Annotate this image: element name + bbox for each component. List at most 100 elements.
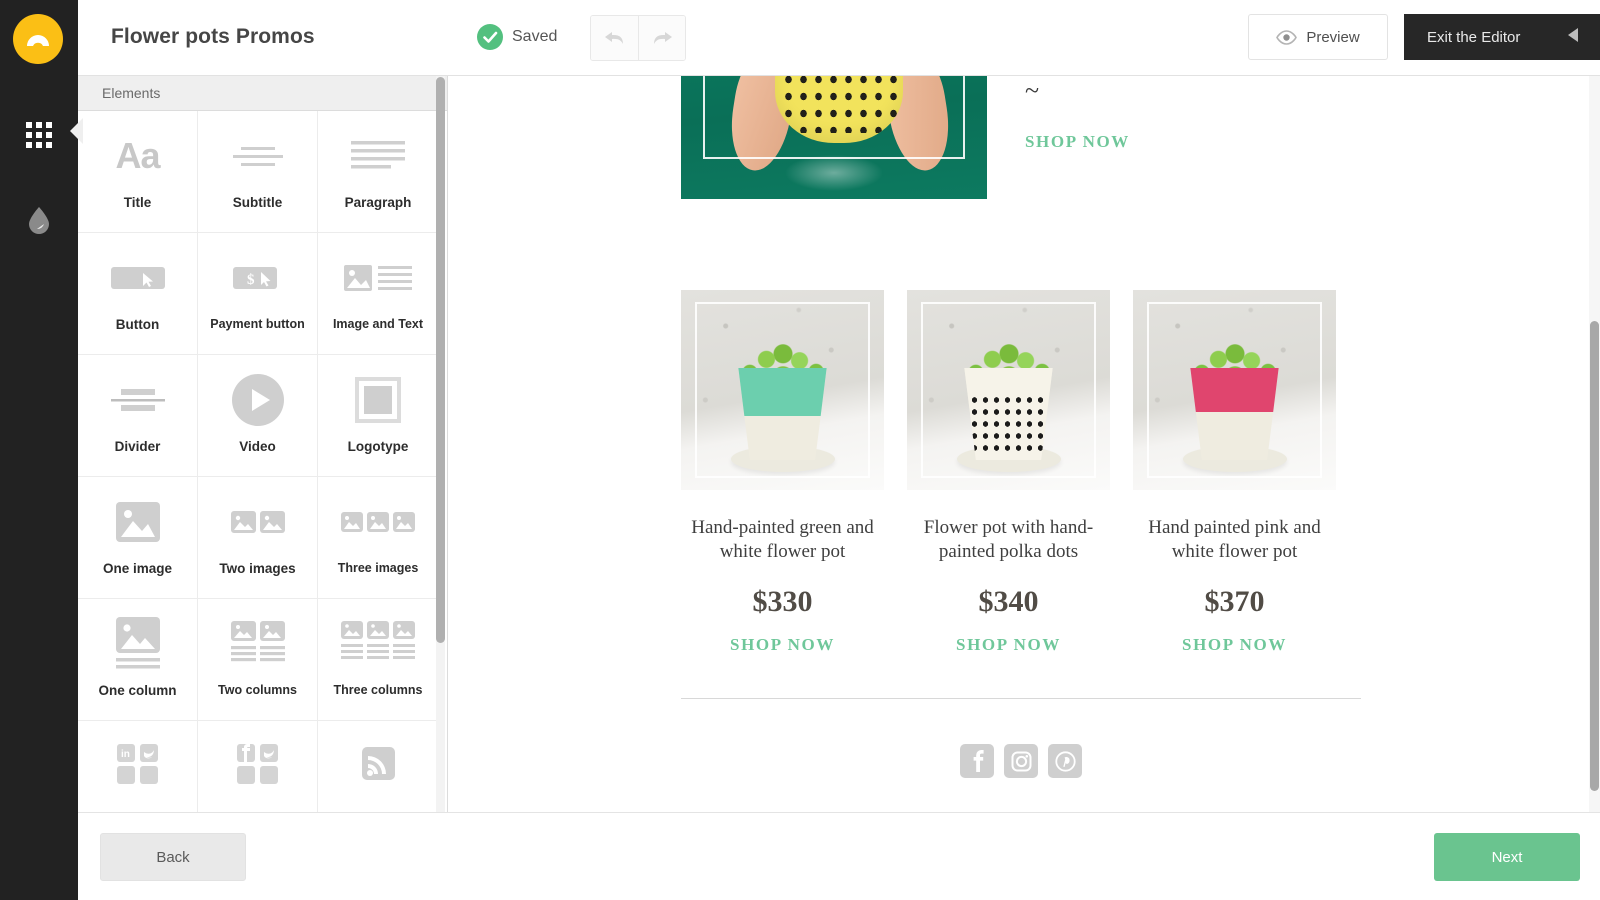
brand-logo-icon[interactable] <box>13 14 63 64</box>
product-card[interactable]: Hand-painted green and white flower pot … <box>681 290 884 655</box>
back-button[interactable]: Back <box>100 833 246 881</box>
product-row: Hand-painted green and white flower pot … <box>681 290 1361 655</box>
image-inner-frame <box>703 76 965 159</box>
element-label: Video <box>239 439 276 454</box>
hero-image <box>681 76 987 199</box>
elements-grid: Aa Title Subtitle Paragraph Button $ Pay… <box>78 111 447 812</box>
element-button[interactable]: Button <box>78 233 198 355</box>
undo-button[interactable] <box>591 16 638 60</box>
element-image-and-text[interactable]: Image and Text <box>318 233 438 355</box>
one-image-icon <box>113 482 163 562</box>
one-column-icon <box>113 604 163 684</box>
image-inner-frame <box>695 302 870 478</box>
element-three-images[interactable]: Three images <box>318 477 438 599</box>
social-facebook-twitter-icon <box>227 726 289 806</box>
droplet-icon <box>29 207 49 234</box>
left-rail <box>0 0 83 900</box>
element-two-images[interactable]: Two images <box>198 477 318 599</box>
element-rss-feed[interactable] <box>318 721 438 812</box>
preview-button-label: Preview <box>1306 28 1360 46</box>
two-columns-icon <box>227 604 289 684</box>
bottom-bar: Back Next <box>78 812 1600 900</box>
elements-panel: Elements Aa Title Subtitle Paragraph But… <box>78 76 448 812</box>
top-header: Flower pots Promos Saved Preview Exit th… <box>78 0 1600 76</box>
save-status: Saved <box>477 24 557 50</box>
product-card[interactable]: Flower pot with hand-painted polka dots … <box>907 290 1110 655</box>
element-video[interactable]: Video <box>198 355 318 477</box>
element-payment-button[interactable]: $ Payment button <box>198 233 318 355</box>
product-price: $340 <box>978 584 1039 618</box>
element-label: Logotype <box>347 439 409 454</box>
panel-scrollbar-thumb[interactable] <box>436 77 445 643</box>
element-one-image[interactable]: One image <box>78 477 198 599</box>
three-images-icon <box>339 482 417 562</box>
image-inner-frame <box>1147 302 1322 478</box>
rail-item-elements[interactable] <box>0 105 78 165</box>
facebook-icon[interactable] <box>960 744 994 778</box>
element-label: Subtitle <box>232 195 283 210</box>
product-shop-now-link[interactable]: SHOP NOW <box>730 635 835 654</box>
product-price: $370 <box>1204 584 1265 618</box>
svg-text:$: $ <box>247 272 255 288</box>
video-play-icon <box>230 360 286 440</box>
element-three-columns[interactable]: Three columns <box>318 599 438 721</box>
product-image[interactable] <box>1133 290 1336 490</box>
product-shop-now-link[interactable]: SHOP NOW <box>1182 635 1287 654</box>
element-paragraph[interactable]: Paragraph <box>318 111 438 233</box>
footer-divider <box>681 698 1361 699</box>
redo-button[interactable] <box>638 16 685 60</box>
element-logotype[interactable]: Logotype <box>318 355 438 477</box>
hero-tilde: ~ <box>1025 76 1040 105</box>
editor-canvas[interactable]: ~ SHOP NOW Hand-painted green and white … <box>449 76 1600 812</box>
element-label: Three images <box>337 561 419 575</box>
page-title: Flower pots Promos <box>111 25 315 48</box>
element-label: Title <box>123 195 152 210</box>
image-inner-frame <box>921 302 1096 478</box>
element-two-columns[interactable]: Two columns <box>198 599 318 721</box>
rss-feed-icon <box>354 726 402 806</box>
element-label: One column <box>98 683 177 698</box>
rail-item-design[interactable] <box>0 190 78 250</box>
undo-arrow-icon <box>604 32 623 44</box>
element-label: Paragraph <box>344 195 412 210</box>
canvas-scrollbar-thumb[interactable] <box>1590 321 1599 791</box>
product-title: Hand-painted green and white flower pot <box>691 517 874 562</box>
product-shop-now-link[interactable]: SHOP NOW <box>956 635 1061 654</box>
element-label: One image <box>102 561 173 576</box>
element-label: Three columns <box>333 683 423 697</box>
product-price: $330 <box>752 584 813 618</box>
rail-active-pointer <box>70 118 83 144</box>
element-label: Button <box>115 317 160 332</box>
divider-icon <box>107 360 169 440</box>
element-title[interactable]: Aa Title <box>78 111 198 233</box>
element-subtitle[interactable]: Subtitle <box>198 111 318 233</box>
pinterest-icon[interactable] <box>1048 744 1082 778</box>
exit-editor-label: Exit the Editor <box>1427 28 1521 46</box>
element-one-column[interactable]: One column <box>78 599 198 721</box>
image-and-text-icon <box>342 238 414 318</box>
hero-image-block[interactable] <box>681 76 987 199</box>
product-card[interactable]: Hand painted pink and white flower pot $… <box>1133 290 1336 655</box>
logotype-icon <box>354 360 402 440</box>
product-image[interactable] <box>681 290 884 490</box>
element-label: Payment button <box>210 317 305 331</box>
preview-button[interactable]: Preview <box>1248 14 1388 60</box>
exit-editor-button[interactable]: Exit the Editor <box>1404 14 1600 60</box>
payment-button-icon: $ <box>229 238 287 318</box>
element-label: Two columns <box>218 683 297 697</box>
instagram-icon[interactable] <box>1004 744 1038 778</box>
check-circle-icon <box>477 24 503 50</box>
text-subtitle-icon <box>227 116 289 196</box>
elements-panel-header: Elements <box>78 76 447 111</box>
hero-shop-now-link[interactable]: SHOP NOW <box>1025 132 1285 152</box>
element-divider[interactable]: Divider <box>78 355 198 477</box>
next-button[interactable]: Next <box>1434 833 1580 881</box>
element-social-facebook-twitter[interactable] <box>198 721 318 812</box>
element-social-linkedin-twitter[interactable]: in <box>78 721 198 812</box>
editor-app: Flower pots Promos Saved Preview Exit th… <box>0 0 1600 900</box>
email-page: ~ SHOP NOW Hand-painted green and white … <box>449 76 1589 812</box>
element-label: Image and Text <box>332 317 424 331</box>
product-image[interactable] <box>907 290 1110 490</box>
status-badge: Saved <box>512 28 558 45</box>
social-links-row <box>681 744 1361 778</box>
